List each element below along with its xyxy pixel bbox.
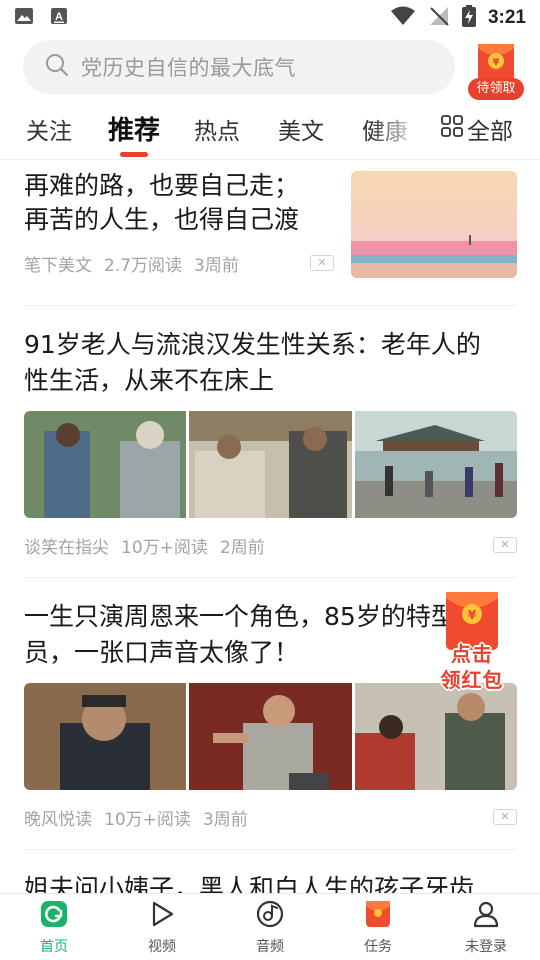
feed-divider xyxy=(24,849,517,850)
article-thumbnails xyxy=(24,683,517,790)
article-title-line: 再苦的人生，也得自己渡 xyxy=(24,205,300,234)
grid-icon xyxy=(441,115,463,143)
tab-hot[interactable]: 热点 xyxy=(194,112,240,146)
task-redpack-icon xyxy=(364,900,392,932)
redpack-pending-label: 待领取 xyxy=(468,78,524,100)
article-thumbnails xyxy=(24,411,517,518)
article-card[interactable]: 91岁老人与流浪汉发生性关系：老年人的 性生活，从来不在床上 谈笑在指尖 10万… xyxy=(24,327,517,559)
all-channels-label: 全部 xyxy=(467,119,513,145)
news-feed[interactable]: 再难的路，也要自己走； 再苦的人生，也得自己渡 笔下美文 2.7万阅读 3周前 … xyxy=(0,161,540,893)
tab-recommend[interactable]: 推荐 xyxy=(108,110,160,147)
float-redpack-line2: 领红包 xyxy=(440,668,504,692)
article-card[interactable]: 姐夫问小姨子，黑人和白人生的孩子牙齿 xyxy=(24,871,517,893)
nav-video[interactable]: 视频 xyxy=(108,894,216,960)
article-thumbnail xyxy=(354,411,517,518)
article-thumbnail xyxy=(351,171,517,278)
article-reads: 10万+阅读 xyxy=(104,810,191,830)
dismiss-article-button[interactable]: ✕ xyxy=(493,809,517,825)
user-icon xyxy=(472,900,500,932)
float-redpack-line1: 点击 xyxy=(451,642,493,666)
article-thumbnail xyxy=(354,683,517,790)
article-source: 笔下美文 xyxy=(24,256,92,276)
nav-tasks-label: 任务 xyxy=(364,939,392,955)
nav-home[interactable]: 首页 xyxy=(0,894,108,960)
search-row: 党历史自信的最大底气 ¥ 待领取 xyxy=(0,40,540,100)
article-reads: 2.7万阅读 xyxy=(104,256,183,276)
nav-tasks[interactable]: 任务 xyxy=(324,894,432,960)
article-source: 谈笑在指尖 xyxy=(24,538,109,558)
feed-divider xyxy=(24,305,517,306)
tab-active-indicator xyxy=(120,152,148,157)
article-meta: 晚风悦读 10万+阅读 3周前 xyxy=(24,805,248,830)
battery-charging-icon xyxy=(461,5,476,31)
wifi-icon xyxy=(390,6,416,30)
play-icon xyxy=(148,900,176,932)
status-bar: A 3:21 xyxy=(0,0,540,36)
tab-follow[interactable]: 关注 xyxy=(26,112,72,146)
article-title-line: 性生活，从来不在床上 xyxy=(24,366,275,395)
dismiss-article-button[interactable]: ✕ xyxy=(310,255,334,271)
article-card[interactable]: 再难的路，也要自己走； 再苦的人生，也得自己渡 笔下美文 2.7万阅读 3周前 … xyxy=(24,169,517,279)
nav-profile-label: 未登录 xyxy=(465,939,507,955)
nav-audio-label: 音频 xyxy=(256,939,284,955)
channel-tabs: 关注 推荐 热点 美文 健康 全部 xyxy=(0,102,540,160)
font-notification-icon: A xyxy=(50,7,68,29)
article-thumbnail xyxy=(24,683,187,790)
article-title: 再难的路，也要自己走； 再苦的人生，也得自己渡 xyxy=(24,169,334,237)
article-title-line: 姐夫问小姨子，黑人和白人生的孩子牙齿 xyxy=(24,874,475,893)
article-meta: 笔下美文 2.7万阅读 3周前 xyxy=(24,251,239,276)
redpack-coin-text: ¥ xyxy=(493,57,500,68)
feed-divider xyxy=(24,577,517,578)
all-channels-button[interactable]: 全部 xyxy=(441,112,513,146)
article-title-line: 再难的路，也要自己走； xyxy=(24,171,300,200)
svg-text:A: A xyxy=(55,11,63,23)
article-meta: 谈笑在指尖 10万+阅读 2周前 xyxy=(24,533,265,558)
article-reads: 10万+阅读 xyxy=(121,538,208,558)
nav-audio[interactable]: 音频 xyxy=(216,894,324,960)
gallery-notification-icon xyxy=(14,7,34,29)
search-input[interactable]: 党历史自信的最大底气 xyxy=(23,40,455,94)
bottom-navigation: 首页 视频 音频 任务 未登录 xyxy=(0,893,540,960)
audio-disc-icon xyxy=(256,900,284,932)
tab-essays[interactable]: 美文 xyxy=(278,112,324,146)
search-icon xyxy=(45,53,69,81)
no-signal-icon xyxy=(428,6,450,30)
tab-fade-overlay xyxy=(372,102,432,158)
article-thumbnail xyxy=(189,683,352,790)
article-thumbnail xyxy=(24,411,187,518)
article-time: 3周前 xyxy=(194,256,239,276)
article-title: 姐夫问小姨子，黑人和白人生的孩子牙齿 xyxy=(24,871,517,893)
clock-time: 3:21 xyxy=(487,7,526,28)
dismiss-article-button[interactable]: ✕ xyxy=(493,537,517,553)
nav-profile[interactable]: 未登录 xyxy=(432,894,540,960)
nav-video-label: 视频 xyxy=(148,939,176,955)
claim-redpack-float-button[interactable]: ¥ 点击 领红包 xyxy=(434,590,510,694)
article-source: 晚风悦读 xyxy=(24,810,92,830)
article-title-line: 91岁老人与流浪汉发生性关系：老年人的 xyxy=(24,330,481,359)
redpack-pending-button[interactable]: ¥ 待领取 xyxy=(468,42,524,100)
article-time: 3周前 xyxy=(202,810,248,830)
nav-home-label: 首页 xyxy=(40,939,68,955)
article-title: 91岁老人与流浪汉发生性关系：老年人的 性生活，从来不在床上 xyxy=(24,327,517,399)
search-placeholder: 党历史自信的最大底气 xyxy=(81,56,296,80)
home-refresh-icon xyxy=(40,900,68,932)
article-thumbnail xyxy=(189,411,352,518)
float-redpack-coin: ¥ xyxy=(468,608,477,622)
article-time: 2周前 xyxy=(219,538,265,558)
